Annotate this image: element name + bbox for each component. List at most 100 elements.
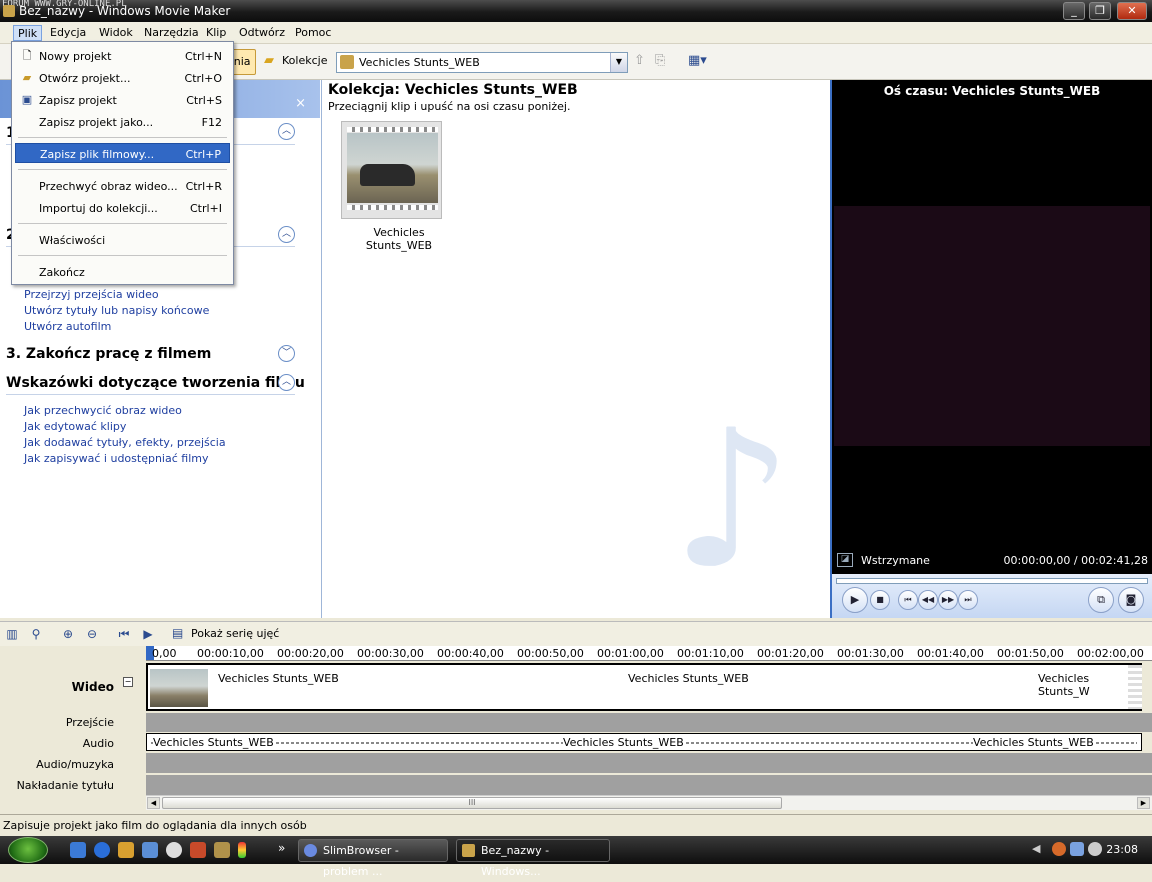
film-sprocket (347, 205, 438, 210)
next-frame-icon[interactable]: ⏭ (958, 590, 978, 610)
clip-thumbnail[interactable]: Vechicles Stunts_WEB (341, 121, 442, 252)
menu-capture-video[interactable]: Przechwyć obraz wideo... Ctrl+R (15, 176, 230, 196)
narrate-microphone-icon[interactable]: ⚲ (28, 626, 44, 642)
new-document-icon: 🗋 (22, 49, 32, 62)
menu-pomoc[interactable]: Pomoc (291, 25, 335, 41)
menu-import-into-collections[interactable]: Importuj do kolekcji... Ctrl+I (15, 198, 230, 218)
horizontal-scrollbar[interactable]: ◀ III ▶ (146, 795, 1152, 810)
previous-frame-icon[interactable]: ⏮ (898, 590, 918, 610)
menu-new-project[interactable]: 🗋 Nowy projekt Ctrl+N (15, 46, 230, 66)
ruler-tick: 00:00:20,00 (277, 647, 344, 660)
menu-item-shortcut: F12 (201, 116, 222, 129)
menu-save-project-as[interactable]: Zapisz projekt jako... F12 (15, 112, 230, 132)
quicklaunch-icon[interactable] (118, 842, 134, 858)
split-clip-icon[interactable]: ⧉ (1088, 587, 1114, 613)
timeline-tracks: Vechicles Stunts_WEB Vechicles Stunts_WE… (146, 661, 1152, 797)
quicklaunch-icon[interactable] (190, 842, 206, 858)
tray-expand-icon[interactable]: ◀ (1032, 842, 1040, 855)
clip-end-handle[interactable] (1128, 665, 1142, 709)
zoom-in-icon[interactable]: ⊕ (60, 626, 76, 642)
collapse-icon[interactable]: − (123, 677, 133, 687)
close-icon[interactable]: × (295, 96, 306, 111)
internet-explorer-icon[interactable] (94, 842, 110, 858)
title-overlay-track[interactable] (146, 775, 1152, 795)
link-edit-clips[interactable]: Jak edytować klipy (24, 420, 126, 433)
split-icon[interactable]: ◪ (837, 553, 853, 567)
menu-exit[interactable]: Zakończ (15, 262, 230, 282)
rewind-icon[interactable]: ◀◀ (918, 590, 938, 610)
maximize-button[interactable]: ❐ (1089, 2, 1111, 20)
quicklaunch-icon[interactable] (214, 842, 230, 858)
video-clip-label: Vechicles Stunts_WEB (628, 672, 749, 685)
link-review-transitions[interactable]: Przejrzyj przejścia wideo (24, 288, 159, 301)
taskbar-task-moviemaker[interactable]: Bez_nazwy - Windows... (456, 839, 610, 878)
quicklaunch-icon[interactable] (238, 842, 246, 858)
link-save-share[interactable]: Jak zapisywać i udostępniać filmy (24, 452, 208, 465)
start-button[interactable] (8, 837, 48, 863)
playback-time: 00:00:00,00 / 00:02:41,28 (1003, 554, 1149, 567)
menu-open-project[interactable]: ▰ Otwórz projekt... Ctrl+O (15, 68, 230, 88)
time-ruler[interactable]: 0,00 00:00:10,00 00:00:20,00 00:00:30,00… (146, 646, 1152, 661)
more-quicklaunch-icon[interactable]: » (278, 841, 285, 855)
take-picture-icon[interactable]: ◙ (1118, 587, 1144, 613)
menu-save-movie-file[interactable]: Zapisz plik filmowy... Ctrl+P (15, 143, 230, 163)
network-icon[interactable] (1070, 842, 1084, 856)
cd-icon[interactable] (166, 842, 182, 858)
menu-klip[interactable]: Klip (202, 25, 230, 41)
menu-plik[interactable]: Plik (13, 25, 43, 41)
collections-button[interactable]: ▰ Kolekcje (262, 49, 331, 75)
transition-track[interactable] (146, 713, 1152, 732)
scroll-right-icon[interactable]: ▶ (1137, 797, 1150, 809)
link-make-titles[interactable]: Utwórz tytuły lub napisy końcowe (24, 304, 209, 317)
tray-icon[interactable] (1052, 842, 1066, 856)
menu-item-shortcut: Ctrl+I (189, 202, 222, 215)
video-clip[interactable]: Vechicles Stunts_WEB Vechicles Stunts_WE… (146, 663, 1142, 711)
seek-bar[interactable] (836, 578, 1148, 584)
set-audio-levels-icon[interactable]: ▥ (4, 626, 20, 642)
video-clip-label: Vechicles Stunts_W (1038, 672, 1090, 698)
quicklaunch-icon[interactable] (142, 842, 158, 858)
video-track-label: Wideo (71, 680, 114, 694)
chevron-up-icon[interactable]: ︿ (278, 374, 295, 391)
menu-item-label: Zapisz projekt (39, 94, 117, 107)
link-add-titles-effects[interactable]: Jak dodawać tytuły, efekty, przejścia (24, 436, 226, 449)
link-capture-video[interactable]: Jak przechwycić obraz wideo (24, 404, 182, 417)
menu-widok[interactable]: Widok (95, 25, 137, 41)
zoom-out-icon[interactable]: ⊖ (84, 626, 100, 642)
close-button[interactable]: ✕ (1117, 2, 1147, 20)
quicklaunch-icon[interactable] (70, 842, 86, 858)
taskbar-task-slimbrowser[interactable]: SlimBrowser - problem ... (298, 839, 448, 878)
menu-edycja[interactable]: Edycja (46, 25, 90, 41)
chevron-up-icon[interactable]: ︿ (278, 123, 295, 140)
up-level-icon[interactable]: ⇧ (634, 53, 645, 68)
chevron-down-icon[interactable]: ▼ (610, 53, 627, 72)
play-timeline-icon[interactable]: ▶ (140, 626, 156, 642)
menu-odtworz[interactable]: Odtwórz (235, 25, 289, 41)
scroll-thumb[interactable]: III (162, 797, 782, 809)
file-menu-dropdown: 🗋 Nowy projekt Ctrl+N ▰ Otwórz projekt..… (11, 41, 234, 285)
link-automovie[interactable]: Utwórz autofilm (24, 320, 111, 333)
play-icon[interactable]: ▶ (842, 587, 868, 613)
audio-clip[interactable]: Vechicles Stunts_WEB Vechicles Stunts_WE… (146, 733, 1142, 751)
menu-item-shortcut: Ctrl+S (186, 94, 222, 107)
collection-select[interactable]: Vechicles Stunts_WEB ▼ (336, 52, 628, 73)
volume-icon[interactable] (1088, 842, 1102, 856)
title-bar[interactable]: FORUM WWW.GRY-ONLINE.PL Bez_nazwy - Wind… (0, 0, 1152, 22)
chevron-down-icon[interactable]: ﹀ (278, 345, 295, 362)
stop-icon[interactable]: ■ (870, 590, 890, 610)
scroll-left-icon[interactable]: ◀ (147, 797, 160, 809)
menu-narzedzia[interactable]: Narzędzia (140, 25, 203, 41)
ruler-tick: 00:02:00,00 (1077, 647, 1144, 660)
movie-maker-icon (462, 844, 475, 857)
menu-item-label: Zapisz plik filmowy... (40, 148, 155, 161)
minimize-button[interactable]: _ (1063, 2, 1085, 20)
new-collection-folder-icon[interactable]: ⎘ (655, 53, 665, 68)
audio-music-track[interactable] (146, 753, 1152, 773)
views-icon[interactable]: ▦▾ (688, 53, 707, 68)
menu-save-project[interactable]: ▣ Zapisz projekt Ctrl+S (15, 90, 230, 110)
fast-forward-icon[interactable]: ▶▶ (938, 590, 958, 610)
show-storyboard-button[interactable]: Pokaż serię ujęć (191, 627, 279, 640)
chevron-up-icon[interactable]: ︿ (278, 226, 295, 243)
menu-properties[interactable]: Właściwości (15, 230, 230, 250)
rewind-timeline-icon[interactable]: ⏮ (116, 626, 132, 642)
